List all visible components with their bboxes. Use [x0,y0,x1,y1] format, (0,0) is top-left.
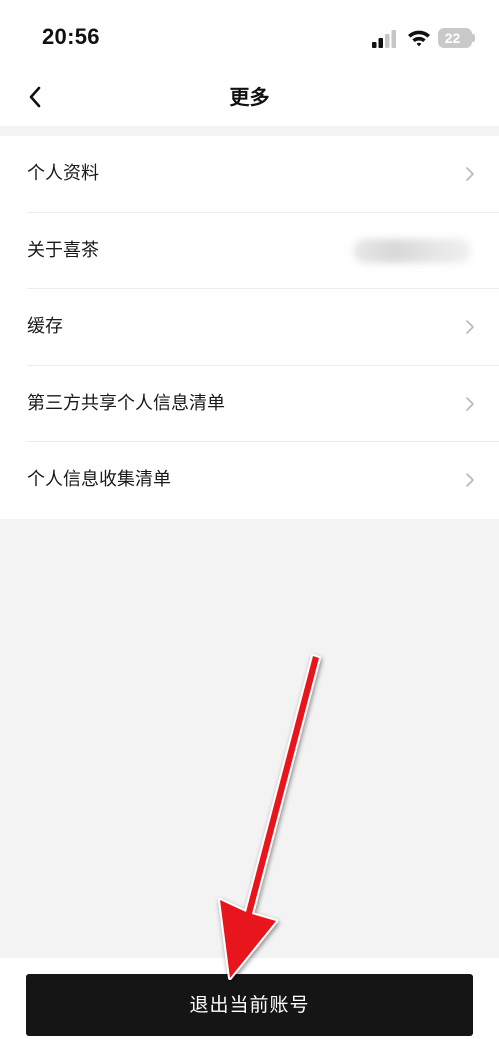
page-title: 更多 [229,85,270,109]
menu-item-personal-info-collection-list[interactable]: 个人信息收集清单 [0,442,499,519]
status-time: 20:56 [42,24,100,49]
settings-menu-list: 个人资料 关于喜茶 缓存 第三方共享个人信息清单 个人信息收集清单 [0,136,499,519]
menu-item-label: 关于喜茶 [27,239,99,261]
menu-item-label: 缓存 [27,316,63,337]
cellular-signal-icon [372,30,398,52]
logout-button[interactable]: 退出当前账号 [26,974,473,1036]
menu-item-profile[interactable]: 个人资料 [0,136,499,213]
menu-item-label: 个人资料 [27,163,99,184]
blurred-version-value [353,238,471,263]
status-bar: 20:56 22 [0,0,499,76]
chevron-right-icon [466,167,474,181]
chevron-right-icon [466,320,474,334]
back-button[interactable] [20,78,54,116]
bottom-action-area: 退出当前账号 [0,958,499,1039]
menu-item-label: 第三方共享个人信息清单 [27,392,225,414]
menu-item-about[interactable]: 关于喜茶 [0,213,499,290]
menu-item-label: 个人信息收集清单 [27,469,171,490]
chevron-right-icon [466,396,474,411]
battery-icon: 22 [438,28,475,48]
annotation-arrow [218,654,321,980]
menu-item-cache[interactable]: 缓存 [0,289,499,366]
chevron-right-icon [466,473,474,487]
wifi-icon [407,28,431,52]
chevron-left-icon [29,86,41,108]
nav-bar: 更多 [0,76,499,118]
top-bar: 20:56 22 更多 [0,0,499,126]
battery-level: 22 [444,30,461,46]
battery-cap [472,34,475,42]
menu-item-third-party-sharing-list[interactable]: 第三方共享个人信息清单 [0,366,499,443]
